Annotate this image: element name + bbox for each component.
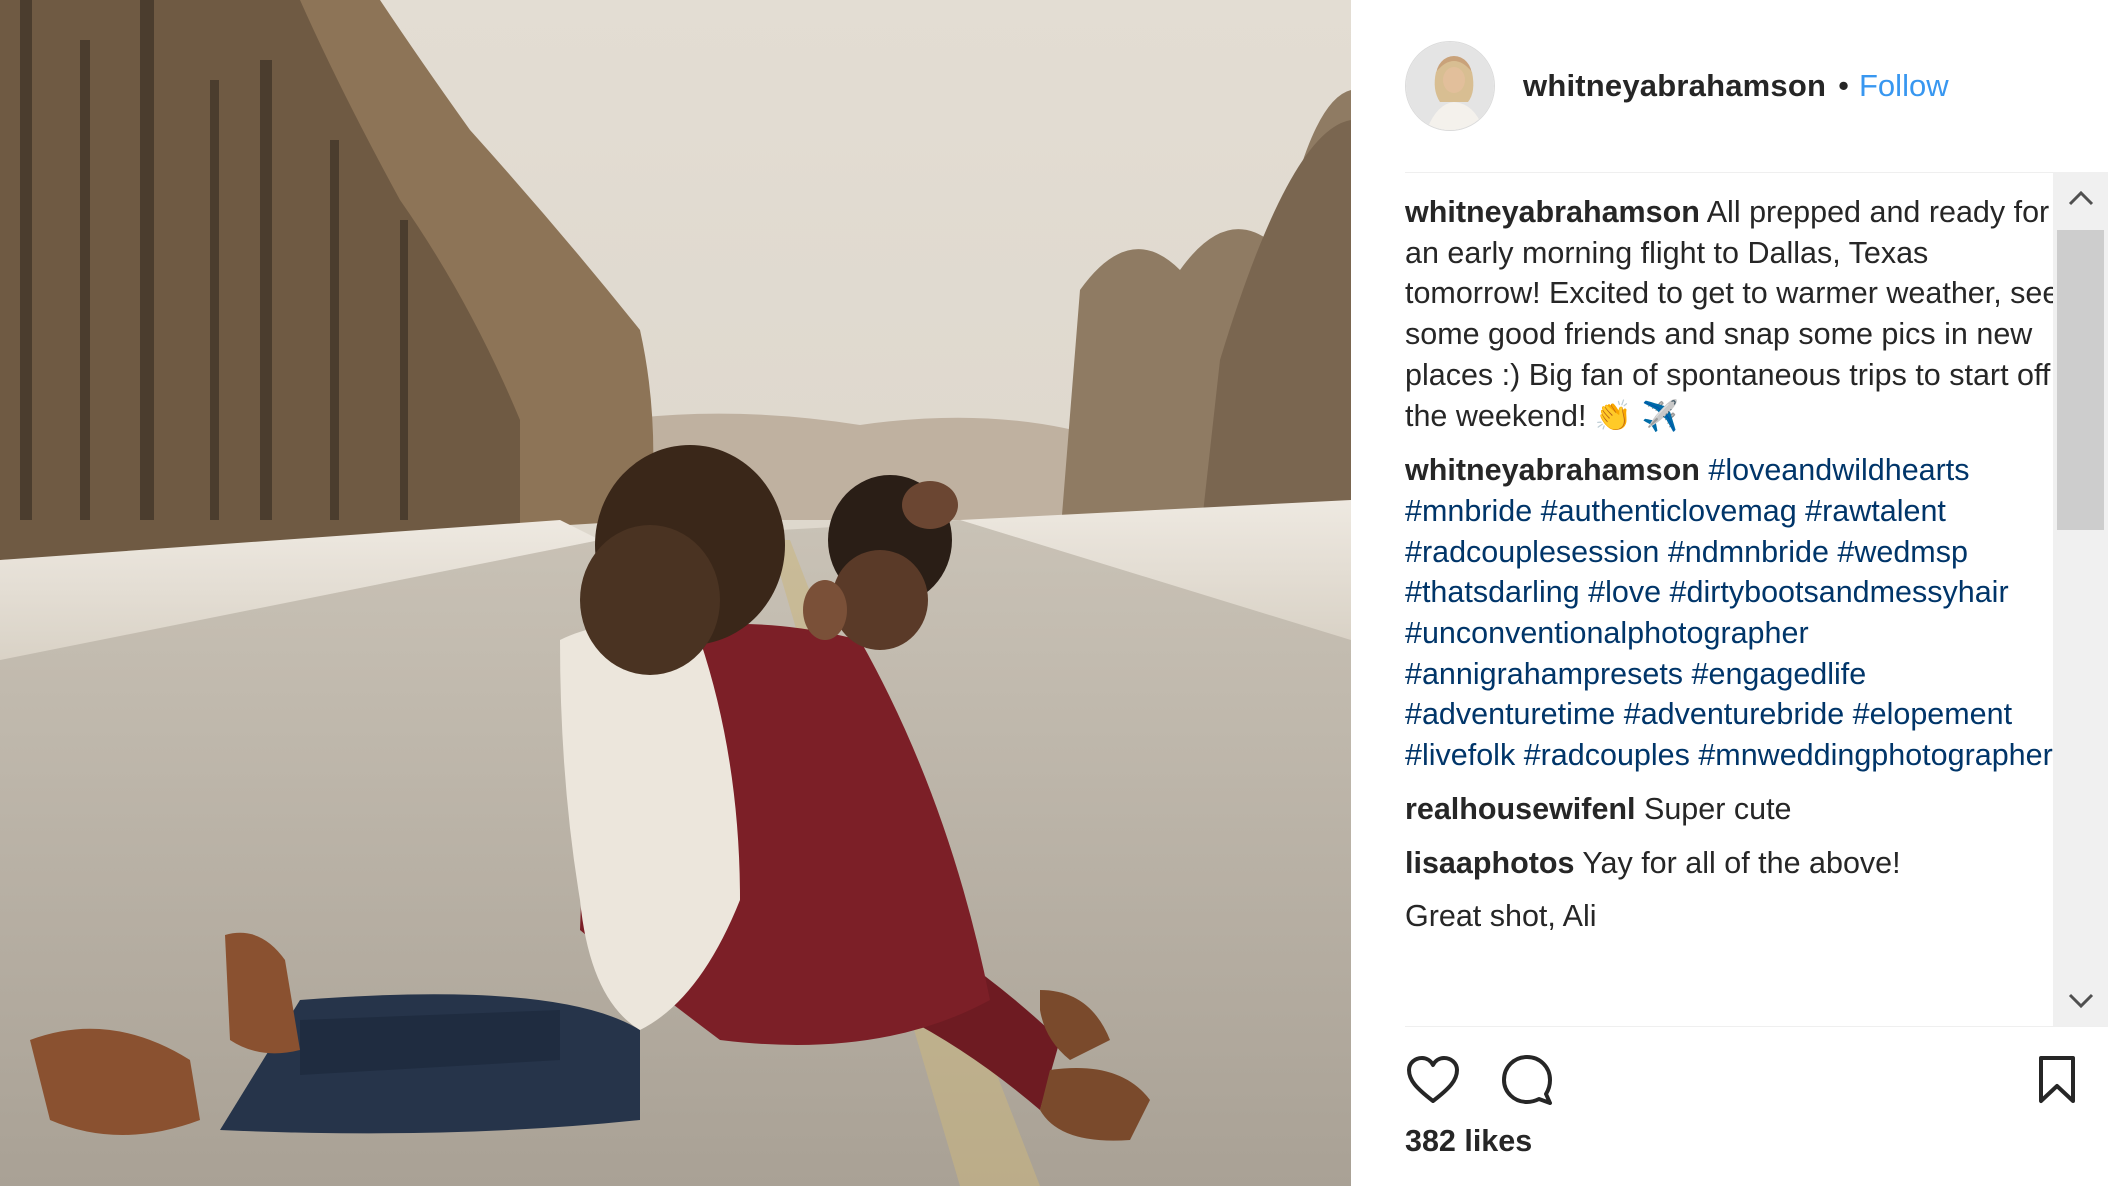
post-image-couple-on-road	[0, 0, 1351, 1186]
like-button[interactable]	[1403, 1050, 1463, 1110]
header-divider	[1405, 172, 2105, 173]
hashtag-link[interactable]: #annigrahampresets	[1405, 657, 1683, 691]
hashtag-link[interactable]: #mnbride	[1405, 494, 1532, 528]
hashtag-link[interactable]: #radcouples	[1524, 738, 1690, 772]
header-separator: •	[1838, 68, 1849, 103]
hashtag-link[interactable]: #love	[1588, 575, 1661, 609]
clapping-airplane-emoji: 👏 ✈️	[1594, 398, 1680, 434]
like-count[interactable]: 382 likes	[1405, 1124, 1532, 1159]
save-button[interactable]	[2027, 1050, 2087, 1110]
hashtag-link[interactable]: #wedmsp	[1837, 535, 1968, 569]
comment-username[interactable]: realhousewifenl	[1405, 792, 1636, 826]
avatar-image	[1406, 42, 1494, 130]
post-photo[interactable]	[0, 0, 1351, 1186]
hashtag-link[interactable]: #unconventionalphotographer	[1405, 616, 1809, 650]
speech-bubble-icon	[1502, 1055, 1552, 1105]
comment-username[interactable]: whitneyabrahamson	[1405, 195, 1700, 229]
scroll-up-button[interactable]	[2053, 172, 2108, 224]
comment-username[interactable]: lisaaphotos	[1405, 846, 1574, 880]
comment-text: Yay for all of the above!	[1582, 845, 1901, 880]
comment-item: realhousewifenl Super cute	[1405, 789, 2065, 830]
comment-text: Great shot, Ali	[1405, 899, 1597, 934]
comment-item-partial: Great shot, Ali	[1405, 896, 2065, 937]
hashtag-link[interactable]: #livefolk	[1405, 738, 1515, 772]
chevron-down-icon	[2068, 993, 2093, 1009]
hashtag-link[interactable]: #dirtybootsandmessyhair	[1670, 575, 2009, 609]
header-username[interactable]: whitneyabrahamson	[1523, 68, 1826, 104]
hashtag-link[interactable]: #authenticlovemag	[1541, 494, 1797, 528]
chevron-up-icon	[2068, 190, 2093, 206]
hashtag-link[interactable]: #adventuretime	[1405, 697, 1615, 731]
scrollbar-thumb[interactable]	[2057, 230, 2104, 530]
avatar[interactable]	[1405, 41, 1495, 131]
hashtag-link[interactable]: #mnweddingphotographer	[1698, 738, 2052, 772]
comment-button[interactable]	[1497, 1050, 1557, 1110]
hashtag-link[interactable]: #adventurebride	[1624, 697, 1844, 731]
hashtag-link[interactable]: #rawtalent	[1805, 494, 1946, 528]
post-actions	[1405, 1046, 2095, 1110]
hashtag-link[interactable]: #elopement	[1853, 697, 2012, 731]
hashtags-comment: whitneyabrahamson #loveandwildhearts #mn…	[1405, 450, 2065, 776]
heart-outline-icon	[1407, 1056, 1459, 1103]
hashtag-link[interactable]: #engagedlife	[1692, 657, 1867, 691]
post-sidebar: whitneyabrahamson • Follow whitneyabraha…	[1351, 0, 2108, 1186]
bookmark-icon	[2039, 1056, 2075, 1103]
comment-item: lisaaphotos Yay for all of the above!	[1405, 843, 2065, 884]
post-header: whitneyabrahamson • Follow	[1405, 40, 2065, 132]
actions-divider	[1405, 1026, 2107, 1027]
scroll-down-button[interactable]	[2053, 975, 2108, 1027]
follow-button[interactable]: Follow	[1859, 68, 1949, 104]
hashtag-link[interactable]: #loveandwildhearts	[1708, 453, 1969, 487]
caption-comment: whitneyabrahamson All prepped and ready …	[1405, 192, 2065, 437]
comment-text: All prepped and ready for an early morni…	[1405, 195, 2060, 433]
hashtag-link[interactable]: #thatsdarling	[1405, 575, 1580, 609]
hashtag-link[interactable]: #ndmnbride	[1668, 535, 1829, 569]
comment-username[interactable]: whitneyabrahamson	[1405, 453, 1700, 487]
comments-scrollbar[interactable]	[2053, 172, 2108, 1027]
hashtag-link[interactable]: #radcouplesession	[1405, 535, 1659, 569]
comment-text: Super cute	[1644, 791, 1792, 826]
comments-list[interactable]: whitneyabrahamson All prepped and ready …	[1405, 192, 2065, 1026]
